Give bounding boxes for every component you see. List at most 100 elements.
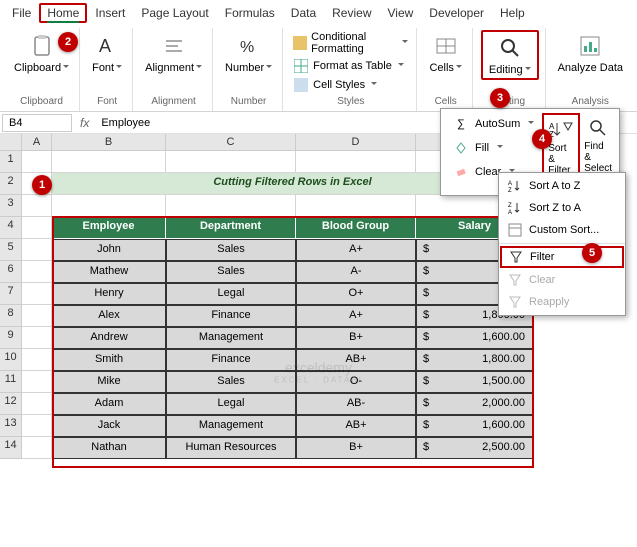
table-cell[interactable]: Mike [52, 371, 166, 393]
eraser-icon [453, 164, 469, 180]
table-cell[interactable]: Legal [166, 283, 296, 305]
cell-styles-button[interactable]: Cell Styles [291, 76, 379, 94]
row-header[interactable]: 6 [0, 261, 22, 283]
percent-icon: % [235, 32, 263, 60]
col-header-c[interactable]: C [166, 134, 296, 151]
table-cell[interactable]: Adam [52, 393, 166, 415]
table-cell[interactable]: A+ [296, 239, 416, 261]
tab-help[interactable]: Help [492, 3, 533, 23]
table-cell[interactable]: AB+ [296, 349, 416, 371]
table-cell[interactable]: Nathan [52, 437, 166, 459]
table-cell[interactable]: Finance [166, 349, 296, 371]
table-cell[interactable]: A+ [296, 305, 416, 327]
table-cell[interactable]: 1,600.00 [416, 415, 534, 437]
table-cell[interactable]: AB+ [296, 415, 416, 437]
row-header[interactable]: 5 [0, 239, 22, 261]
fill-button[interactable]: Fill [445, 137, 542, 159]
table-cell[interactable]: Management [166, 327, 296, 349]
svg-text:A: A [508, 210, 512, 215]
table-cell[interactable]: Smith [52, 349, 166, 371]
tab-view[interactable]: View [380, 3, 422, 23]
conditional-formatting-button[interactable]: Conditional Formatting [291, 30, 410, 56]
group-label-styles: Styles [337, 94, 364, 109]
font-label: Font [92, 62, 122, 74]
row-header[interactable]: 13 [0, 415, 22, 437]
tab-file[interactable]: File [4, 3, 39, 23]
font-button[interactable]: A Font [88, 30, 126, 76]
table-cell[interactable]: 2,500.00 [416, 437, 534, 459]
table-cell[interactable]: AB- [296, 393, 416, 415]
tab-review[interactable]: Review [324, 3, 379, 23]
table-cell[interactable]: Finance [166, 305, 296, 327]
svg-text:%: % [240, 39, 254, 56]
editing-button[interactable]: Editing [485, 32, 535, 78]
tab-data[interactable]: Data [283, 3, 324, 23]
sort-az-item[interactable]: AZSort A to Z [499, 175, 625, 197]
table-cell[interactable]: B+ [296, 437, 416, 459]
group-font: A Font Font [82, 28, 133, 111]
table-cell[interactable]: O+ [296, 283, 416, 305]
tab-developer[interactable]: Developer [421, 3, 492, 23]
custom-sort-icon [507, 222, 523, 238]
table-cell[interactable]: Henry [52, 283, 166, 305]
col-header-a[interactable]: A [22, 134, 52, 151]
row-header[interactable]: 11 [0, 371, 22, 393]
col-header-d[interactable]: D [296, 134, 416, 151]
row-header[interactable]: 7 [0, 283, 22, 305]
table-cell[interactable]: Alex [52, 305, 166, 327]
header-department[interactable]: Department [166, 217, 296, 239]
table-cell[interactable]: Human Resources [166, 437, 296, 459]
header-employee[interactable]: Employee [52, 217, 166, 239]
row-header[interactable]: 8 [0, 305, 22, 327]
table-cell[interactable]: 2,000.00 [416, 393, 534, 415]
header-blood-group[interactable]: Blood Group [296, 217, 416, 239]
select-all-corner[interactable] [0, 134, 22, 151]
filter-item[interactable]: Filter [500, 246, 624, 268]
format-as-table-button[interactable]: Format as Table [291, 57, 406, 75]
tab-page-layout[interactable]: Page Layout [133, 3, 216, 23]
table-cell[interactable]: O- [296, 371, 416, 393]
group-styles: Conditional Formatting Format as Table C… [285, 28, 417, 111]
table-cell[interactable]: 1,800.00 [416, 349, 534, 371]
row-header[interactable]: 4 [0, 217, 22, 239]
table-cell[interactable]: Mathew [52, 261, 166, 283]
row-header[interactable]: 12 [0, 393, 22, 415]
col-header-b[interactable]: B [52, 134, 166, 151]
table-cell[interactable]: Jack [52, 415, 166, 437]
row-header[interactable]: 14 [0, 437, 22, 459]
sort-filter-icon: AZ [548, 117, 574, 143]
row-header[interactable]: 9 [0, 327, 22, 349]
table-cell[interactable]: Sales [166, 371, 296, 393]
row-header[interactable]: 10 [0, 349, 22, 371]
clipboard-label: Clipboard [14, 62, 69, 74]
callout-3: 3 [490, 88, 510, 108]
reapply-item: Reapply [499, 291, 625, 313]
tab-home[interactable]: Home [39, 3, 87, 23]
analyze-data-button[interactable]: Analyze Data [554, 30, 627, 76]
alignment-label: Alignment [145, 62, 202, 74]
cells-button[interactable]: Cells [425, 30, 465, 76]
row-header[interactable]: 2 [0, 173, 22, 195]
table-cell[interactable]: John [52, 239, 166, 261]
table-cell[interactable]: Sales [166, 261, 296, 283]
tab-formulas[interactable]: Formulas [217, 3, 283, 23]
table-cell[interactable]: 1,500.00 [416, 371, 534, 393]
alignment-button[interactable]: Alignment [141, 30, 206, 76]
number-button[interactable]: % Number [221, 30, 276, 76]
name-box[interactable] [2, 114, 72, 132]
table-cell[interactable]: Andrew [52, 327, 166, 349]
table-cell[interactable]: A- [296, 261, 416, 283]
table-cell[interactable]: B+ [296, 327, 416, 349]
table-cell[interactable]: Legal [166, 393, 296, 415]
group-label-alignment: Alignment [151, 94, 195, 109]
row-header[interactable]: 3 [0, 195, 22, 217]
tab-insert[interactable]: Insert [87, 3, 133, 23]
table-cell[interactable]: Sales [166, 239, 296, 261]
fx-label[interactable]: fx [74, 116, 95, 130]
autosum-button[interactable]: ∑AutoSum [445, 113, 542, 135]
row-header[interactable]: 1 [0, 151, 22, 173]
table-cell[interactable]: Management [166, 415, 296, 437]
custom-sort-item[interactable]: Custom Sort... [499, 219, 625, 241]
sort-za-item[interactable]: ZASort Z to A [499, 197, 625, 219]
table-cell[interactable]: 1,600.00 [416, 327, 534, 349]
